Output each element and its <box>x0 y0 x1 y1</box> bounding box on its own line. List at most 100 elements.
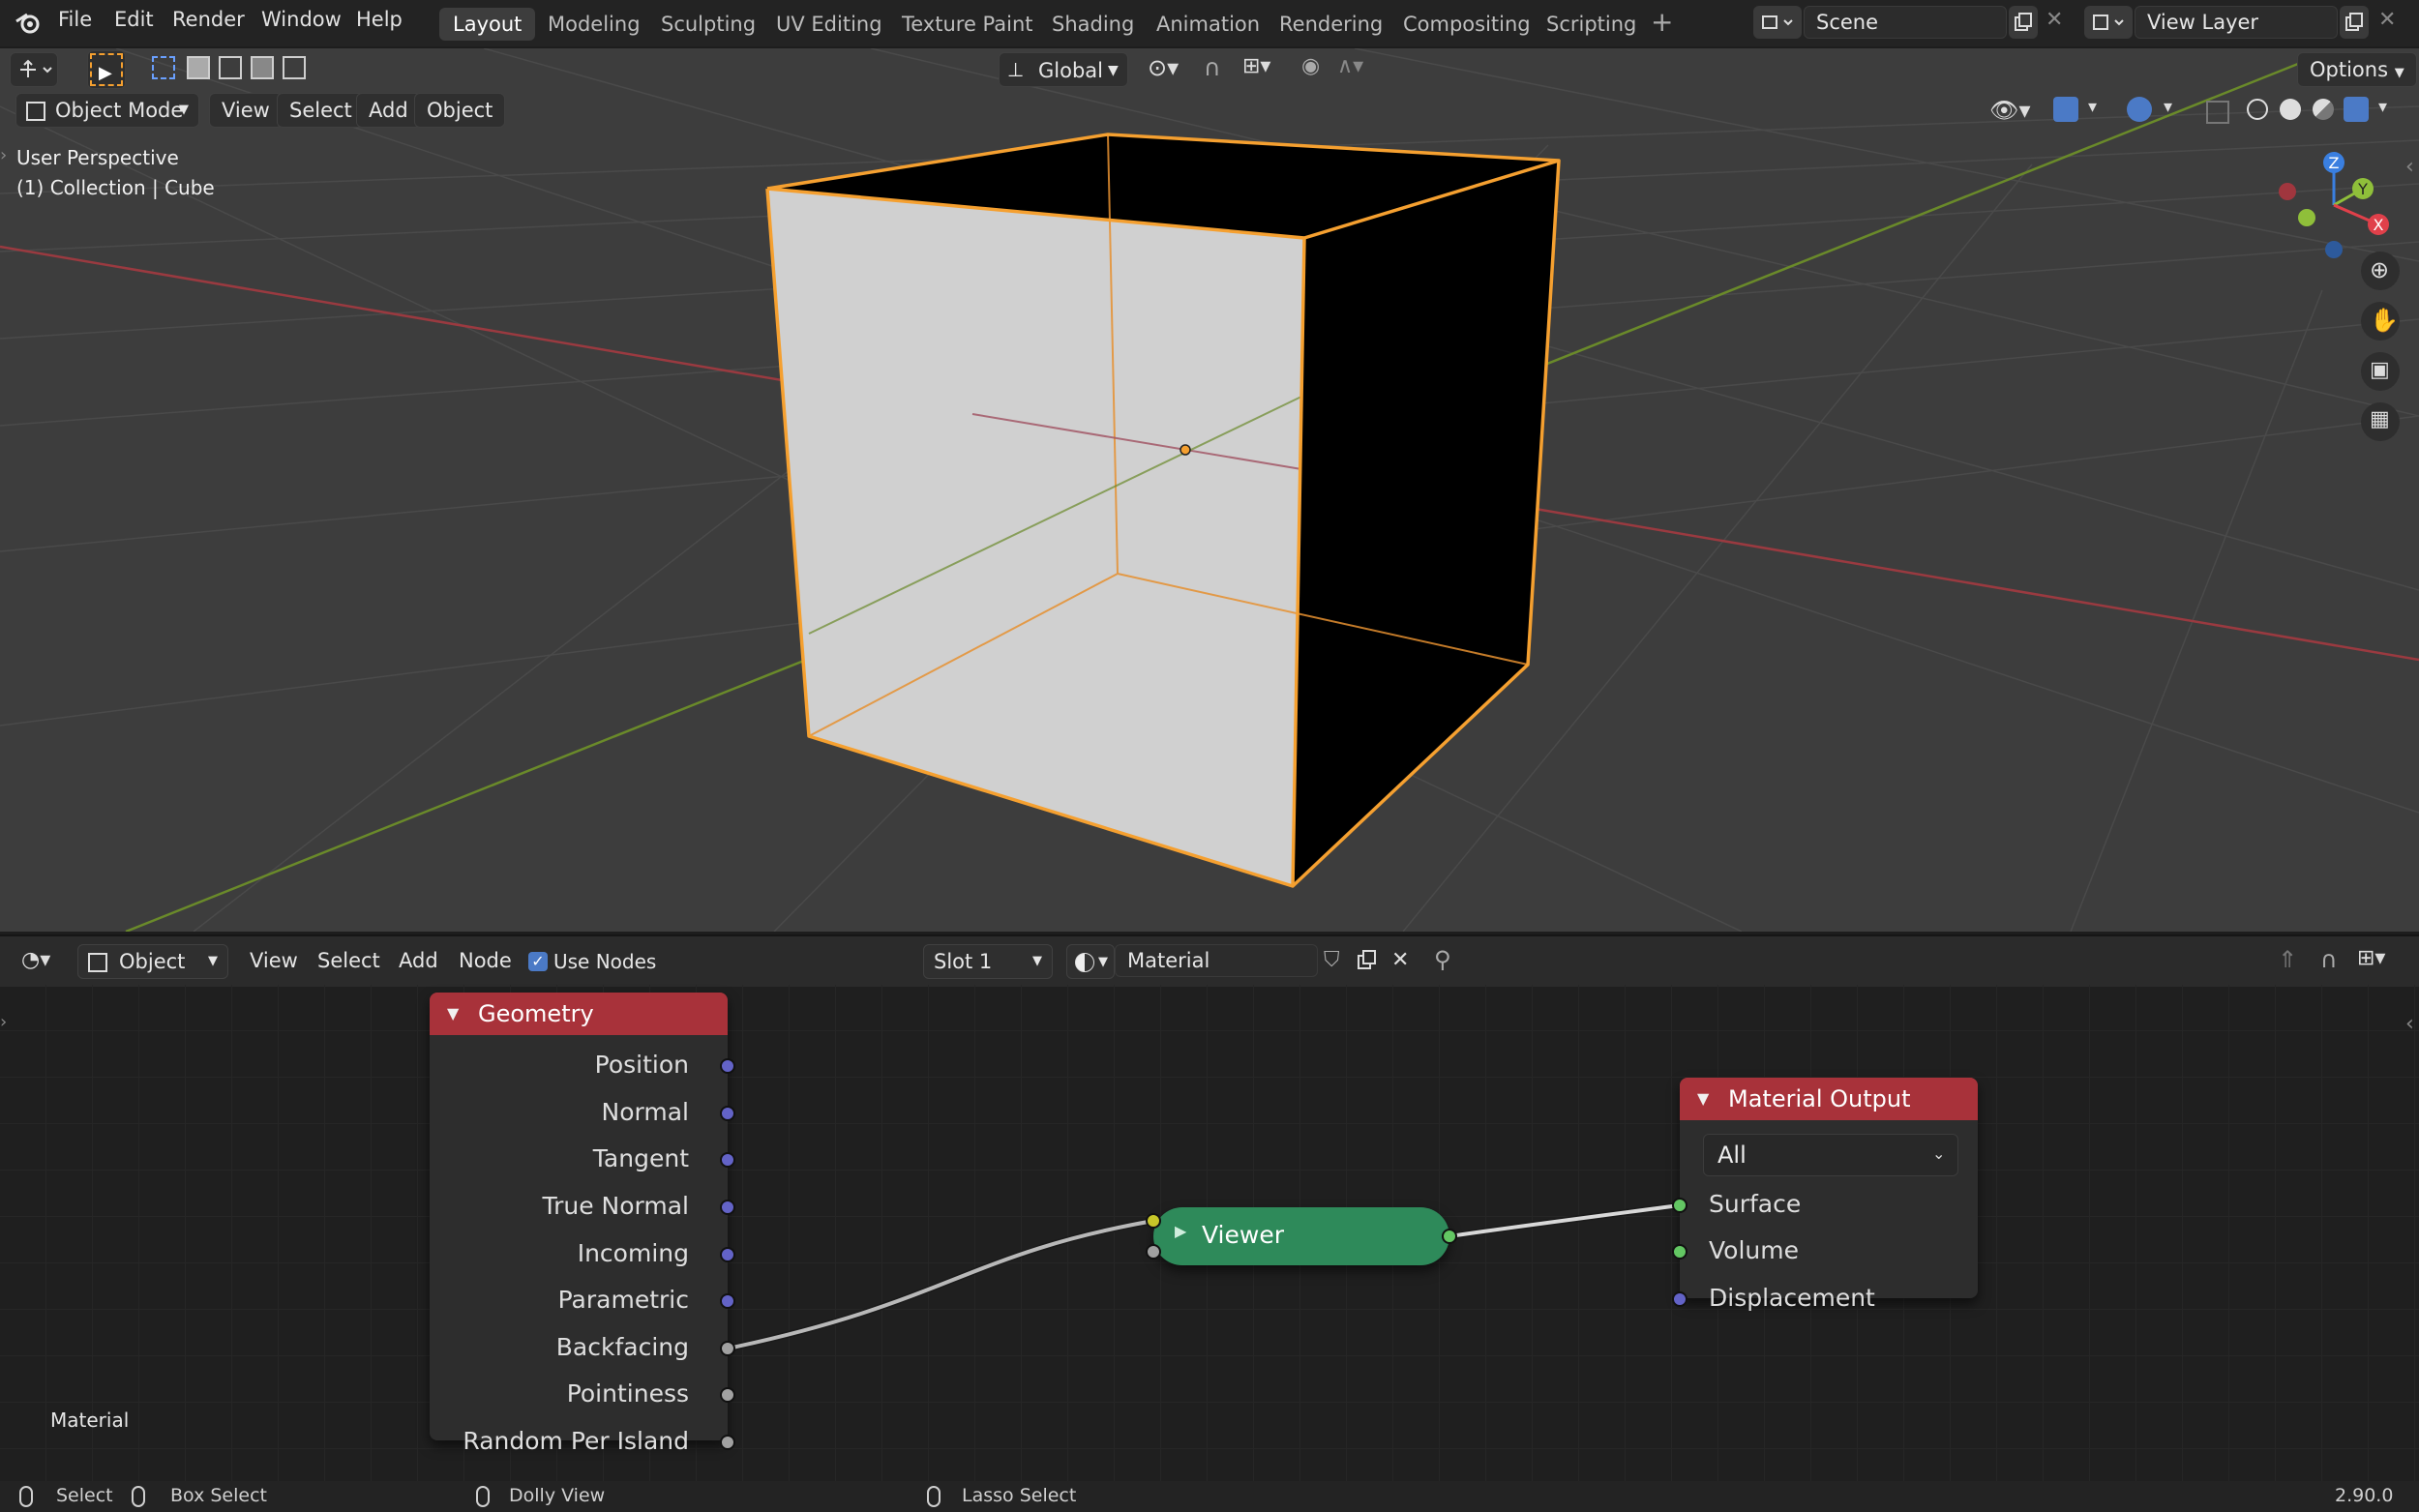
snap-target-icon[interactable]: ⊞▾ <box>1242 54 1270 78</box>
new-scene-button[interactable] <box>2009 6 2038 39</box>
menu-help[interactable]: Help <box>356 8 403 31</box>
blender-logo-icon[interactable] <box>14 10 43 37</box>
falloff-icon[interactable]: ∧▾ <box>1337 54 1363 78</box>
sidebar-expand-icon[interactable]: ‹ <box>2405 155 2414 179</box>
tab-texture-paint[interactable]: Texture Paint <box>888 8 1047 41</box>
object-mode-dropdown[interactable]: Object Mode ▼ <box>15 93 199 128</box>
socket-viewer-color-input[interactable] <box>1146 1213 1161 1229</box>
tab-modeling[interactable]: Modeling <box>534 8 654 41</box>
output-target-dropdown[interactable]: All ⌄ <box>1703 1134 1958 1176</box>
socket-incoming[interactable] <box>720 1247 735 1262</box>
menu-window[interactable]: Window <box>261 8 342 31</box>
options-label: Options <box>2310 58 2389 81</box>
socket-label-displacement: Displacement <box>1709 1284 1875 1312</box>
tab-rendering[interactable]: Rendering <box>1266 8 1396 41</box>
viewport-menu-add[interactable]: Add <box>356 93 421 128</box>
gizmo-neg-y[interactable] <box>2298 209 2315 226</box>
expand-triangle-icon[interactable]: ▶ <box>1175 1222 1186 1240</box>
gizmo-toggle-icon[interactable] <box>2053 97 2078 122</box>
options-dropdown[interactable]: Options ▼ <box>2297 52 2417 87</box>
scene-selector-button[interactable] <box>1753 6 1802 39</box>
chevron-down-icon: ▼ <box>2394 66 2404 80</box>
tab-scripting[interactable]: Scripting <box>1533 8 1650 41</box>
mode-difference-icon[interactable] <box>251 56 274 79</box>
material-preview-icon[interactable] <box>2313 99 2334 120</box>
3d-viewport[interactable]: ▶ ⊥ Global ▼ ⊙▾ ∩ ⊞▾ ◉ ∧▾ Options ▼ Obje… <box>0 48 2419 932</box>
collapse-triangle-icon[interactable]: ▼ <box>1697 1078 1709 1120</box>
visibility-eye-icon[interactable]: 👁▾ <box>1989 97 2031 124</box>
tab-layout[interactable]: Layout <box>439 8 536 41</box>
mode-set-icon[interactable] <box>152 56 175 79</box>
new-view-layer-button[interactable] <box>2340 6 2369 39</box>
socket-random-per-island[interactable] <box>720 1435 735 1450</box>
tab-shading[interactable]: Shading <box>1038 8 1148 41</box>
socket-viewer-float-input[interactable] <box>1146 1244 1161 1260</box>
view-layer-icon <box>2093 15 2124 30</box>
material-output-node-header[interactable]: ▼ Material Output <box>1680 1078 1978 1120</box>
mode-extend-icon[interactable] <box>187 56 210 79</box>
view-layer-name-field[interactable]: View Layer <box>2135 6 2338 39</box>
rendered-shading-icon[interactable] <box>2344 97 2369 122</box>
gizmo-neg-z[interactable] <box>2325 241 2343 258</box>
socket-surface[interactable] <box>1672 1198 1687 1213</box>
mode-subtract-icon[interactable] <box>219 56 242 79</box>
solid-shading-icon[interactable] <box>2280 99 2301 120</box>
menu-render[interactable]: Render <box>172 8 245 31</box>
tab-uv-editing[interactable]: UV Editing <box>762 8 896 41</box>
transform-orientation-dropdown[interactable]: ⊥ Global ▼ <box>999 52 1128 87</box>
status-lasso-select: Lasso Select <box>962 1485 1077 1506</box>
menu-file[interactable]: File <box>58 8 92 31</box>
socket-true-normal[interactable] <box>720 1200 735 1215</box>
gizmo-neg-x[interactable] <box>2279 183 2296 200</box>
viewport-menu-view[interactable]: View <box>209 93 283 128</box>
wireframe-shading-icon[interactable] <box>2247 99 2268 120</box>
socket-label-backfacing: Backfacing <box>555 1333 689 1361</box>
geometry-node[interactable]: ▼ Geometry Position Normal Tangent True … <box>430 993 735 1455</box>
mode-intersect-icon[interactable] <box>283 56 306 79</box>
snap-icon[interactable]: ∩ <box>1204 54 1221 81</box>
menu-edit[interactable]: Edit <box>114 8 154 31</box>
middle-mouse-icon <box>476 1486 490 1507</box>
socket-tangent[interactable] <box>720 1152 735 1168</box>
socket-volume[interactable] <box>1672 1244 1687 1260</box>
chevron-down-icon[interactable]: ▾ <box>2088 97 2097 117</box>
socket-position[interactable] <box>720 1058 735 1074</box>
xray-icon[interactable] <box>2206 101 2229 124</box>
select-tool-button[interactable]: ▶ <box>87 50 126 89</box>
chevron-down-icon[interactable]: ▾ <box>2164 97 2172 117</box>
tab-compositing[interactable]: Compositing <box>1389 8 1544 41</box>
tab-animation[interactable]: Animation <box>1143 8 1273 41</box>
geometry-node-header[interactable]: ▼ Geometry <box>430 993 728 1035</box>
ortho-toggle-button[interactable]: ▦ <box>2361 402 2400 441</box>
top-bar: File Edit Render Window Help Layout Mode… <box>0 0 2419 46</box>
close-icon[interactable]: ✕ <box>2378 8 2396 32</box>
zoom-button[interactable]: ⊕ <box>2361 252 2400 290</box>
scene-name-field[interactable]: Scene <box>1804 6 2007 39</box>
collapse-triangle-icon[interactable]: ▼ <box>447 993 459 1035</box>
socket-displacement[interactable] <box>1672 1291 1687 1307</box>
socket-pointiness[interactable] <box>720 1387 735 1403</box>
view-layer-selector-button[interactable] <box>2084 6 2133 39</box>
toolbar-expand-icon[interactable]: › <box>0 145 7 165</box>
viewport-menu-object[interactable]: Object <box>414 93 506 128</box>
overlays-toggle-icon[interactable] <box>2127 97 2152 122</box>
pivot-point-icon[interactable]: ⊙▾ <box>1148 54 1179 81</box>
tool-settings-button[interactable] <box>10 52 58 87</box>
tab-sculpting[interactable]: Sculpting <box>647 8 769 41</box>
viewer-node[interactable]: ▶ Viewer <box>1146 1207 1457 1265</box>
pan-button[interactable]: ✋ <box>2361 302 2400 341</box>
socket-viewer-shader-output[interactable] <box>1442 1229 1457 1244</box>
output-target-label: All <box>1717 1141 1747 1169</box>
shader-node-editor[interactable]: ◔▾ Object ▼ View Select Add Node ✓ Use N… <box>0 934 2419 1481</box>
camera-view-button[interactable]: ▣ <box>2361 352 2400 391</box>
socket-normal[interactable] <box>720 1106 735 1121</box>
material-output-node[interactable]: ▼ Material Output All ⌄ Surface Volume D… <box>1672 1078 1978 1312</box>
viewport-menu-select[interactable]: Select <box>277 93 365 128</box>
socket-backfacing[interactable] <box>720 1341 735 1356</box>
chevron-down-icon[interactable]: ▾ <box>2378 97 2387 117</box>
add-workspace-icon[interactable]: + <box>1651 6 1673 38</box>
close-icon[interactable]: ✕ <box>2046 8 2063 32</box>
socket-label-parametric: Parametric <box>557 1286 689 1314</box>
socket-parametric[interactable] <box>720 1293 735 1309</box>
proportional-edit-icon[interactable]: ◉ <box>1301 54 1320 78</box>
